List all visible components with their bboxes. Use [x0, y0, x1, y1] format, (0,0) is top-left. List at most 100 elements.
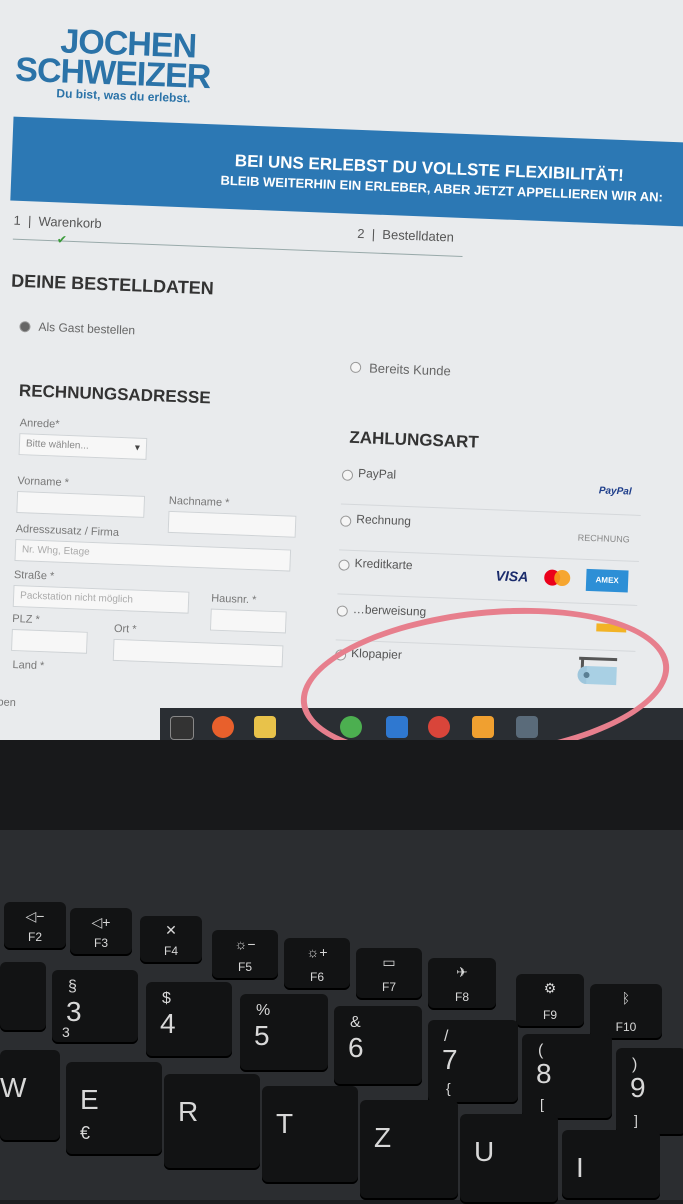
hausnr-label: Hausnr. *: [210, 592, 257, 607]
adresszusatz-label: Adresszusatz / Firma: [15, 522, 120, 539]
nachname-label: Nachname *: [168, 494, 230, 510]
key-f6[interactable]: ☼+ F6: [284, 938, 350, 990]
key-main-char: 8: [536, 1058, 552, 1089]
ort-input[interactable]: [112, 638, 284, 668]
key-e[interactable]: E €: [66, 1062, 162, 1156]
settings-icon: ⚙: [543, 980, 557, 996]
radio-icon[interactable]: [340, 515, 352, 527]
key-main-char: E: [80, 1084, 99, 1115]
brightness-up-icon: ☼+: [306, 944, 328, 960]
checkout-steps: 1 | Warenkorb 2 | Bestelldaten ✔: [8, 213, 469, 271]
check-icon: ✔: [56, 232, 68, 247]
adresszusatz-input[interactable]: Nr. Whg, Etage: [14, 538, 292, 572]
key-alt-char: {: [446, 1080, 451, 1096]
key-label: F3: [93, 936, 108, 950]
payment-label: Kreditkarte: [354, 556, 413, 573]
key-main-char: 7: [442, 1044, 458, 1075]
key-f8[interactable]: ✈ F8: [428, 958, 496, 1010]
key-9[interactable]: ) 9]: [616, 1048, 683, 1136]
key-f7[interactable]: ▭ F7: [356, 948, 422, 1000]
key-alt-char: €: [80, 1123, 91, 1143]
key-alt-char: [: [540, 1096, 544, 1112]
mastercard-icon: [543, 569, 571, 587]
payment-option-paypal[interactable]: PayPal PayPal: [340, 463, 643, 516]
jochen-schweizer-logo[interactable]: JOCHEN SCHWEIZER Du bist, was du erlebst…: [14, 22, 212, 106]
key-4[interactable]: $4: [146, 982, 232, 1058]
step-order-data: 2 | Bestelldaten: [357, 225, 455, 245]
payment-label: Rechnung: [356, 512, 412, 529]
anrede-select[interactable]: Bitte wählen... ▾: [18, 433, 148, 460]
key-main-char: T: [276, 1108, 294, 1139]
key-shift-char: &: [350, 1014, 361, 1031]
key-label: F7: [381, 980, 396, 994]
key-main-char: R: [178, 1096, 199, 1127]
payment-label: …berweisung: [352, 602, 427, 619]
key-5[interactable]: % 5: [240, 994, 328, 1072]
key-r[interactable]: R: [164, 1074, 260, 1170]
key-shift-char: $: [162, 990, 171, 1007]
invoice-logo: RECHNUNG: [577, 532, 630, 545]
key-3[interactable]: § 3 3: [52, 970, 138, 1044]
payment-option-invoice[interactable]: Rechnung RECHNUNG: [339, 509, 641, 562]
key-main-char: 4: [160, 1008, 176, 1039]
nachname-input[interactable]: [167, 510, 297, 538]
payment-option-creditcard[interactable]: Kreditkarte VISA AMEX: [337, 553, 639, 606]
plz-input[interactable]: [11, 628, 88, 654]
step-number: 1: [13, 212, 22, 228]
key-label: F4: [163, 944, 178, 958]
key-label: F5: [237, 960, 252, 974]
radio-icon[interactable]: [338, 559, 350, 571]
key-f2[interactable]: ◁− F2: [4, 902, 66, 950]
vorname-label: Vorname *: [17, 475, 70, 489]
key-z[interactable]: Z: [360, 1100, 458, 1200]
footer-fragment: ungeben: [0, 695, 17, 710]
step-label: Warenkorb: [38, 213, 102, 232]
brightness-down-icon: ☼−: [234, 936, 256, 952]
radio-selected-icon[interactable]: [19, 320, 31, 332]
radio-icon[interactable]: [349, 361, 362, 374]
key-6[interactable]: & 6: [334, 1006, 422, 1086]
key-i[interactable]: I: [562, 1130, 660, 1200]
vorname-input[interactable]: [16, 491, 146, 518]
adresszusatz-placeholder: Nr. Whg, Etage: [21, 544, 90, 558]
anrede-label: Anrede*: [19, 417, 60, 431]
strasse-input[interactable]: Packstation nicht möglich: [12, 584, 190, 614]
strasse-placeholder: Packstation nicht möglich: [19, 590, 134, 606]
key-label: F2: [27, 930, 42, 944]
guest-option[interactable]: Als Gast bestellen: [19, 319, 135, 337]
key-7[interactable]: /7{: [428, 1020, 518, 1104]
step-label: Bestelldaten: [382, 226, 455, 245]
key-label: F6: [309, 970, 324, 984]
key-alt-char: ]: [634, 1112, 638, 1128]
key-f4[interactable]: ✕ F4: [140, 916, 202, 964]
plz-label: PLZ *: [12, 612, 40, 626]
anrede-value: Bitte wählen...: [25, 438, 89, 452]
key-u[interactable]: U: [460, 1114, 558, 1204]
task-view-icon[interactable]: [170, 716, 194, 740]
step-cart[interactable]: 1 | Warenkorb: [13, 213, 102, 231]
key-w[interactable]: W: [0, 1050, 60, 1142]
step-number: 2: [357, 225, 365, 242]
file-explorer-icon[interactable]: [254, 716, 276, 738]
radio-icon[interactable]: [341, 469, 354, 481]
firefox-icon[interactable]: [212, 716, 234, 738]
key-f9[interactable]: ⚙ F9: [516, 974, 584, 1028]
bluetooth-icon: ᛒ: [621, 990, 631, 1006]
volume-down-icon: ◁−: [25, 908, 45, 924]
hausnr-input[interactable]: [209, 608, 287, 634]
key-8[interactable]: (8[: [522, 1034, 612, 1120]
key-t[interactable]: T: [262, 1086, 358, 1184]
paypal-logo: PayPal: [598, 485, 632, 498]
key-2[interactable]: [0, 962, 46, 1032]
key-f3[interactable]: ◁+ F3: [70, 908, 132, 956]
customer-option[interactable]: Bereits Kunde: [349, 360, 451, 379]
display-switch-icon: ▭: [382, 954, 396, 970]
strasse-label: Straße *: [13, 568, 55, 583]
mic-mute-icon: ✕: [165, 922, 177, 938]
radio-icon[interactable]: [336, 605, 349, 617]
key-f10[interactable]: ᛒ F10: [590, 984, 662, 1040]
key-f5[interactable]: ☼− F5: [212, 930, 278, 980]
key-label: F9: [542, 1008, 557, 1022]
billing-heading: RECHNUNGSADRESSE: [18, 381, 211, 408]
key-main-char: Z: [374, 1122, 392, 1153]
